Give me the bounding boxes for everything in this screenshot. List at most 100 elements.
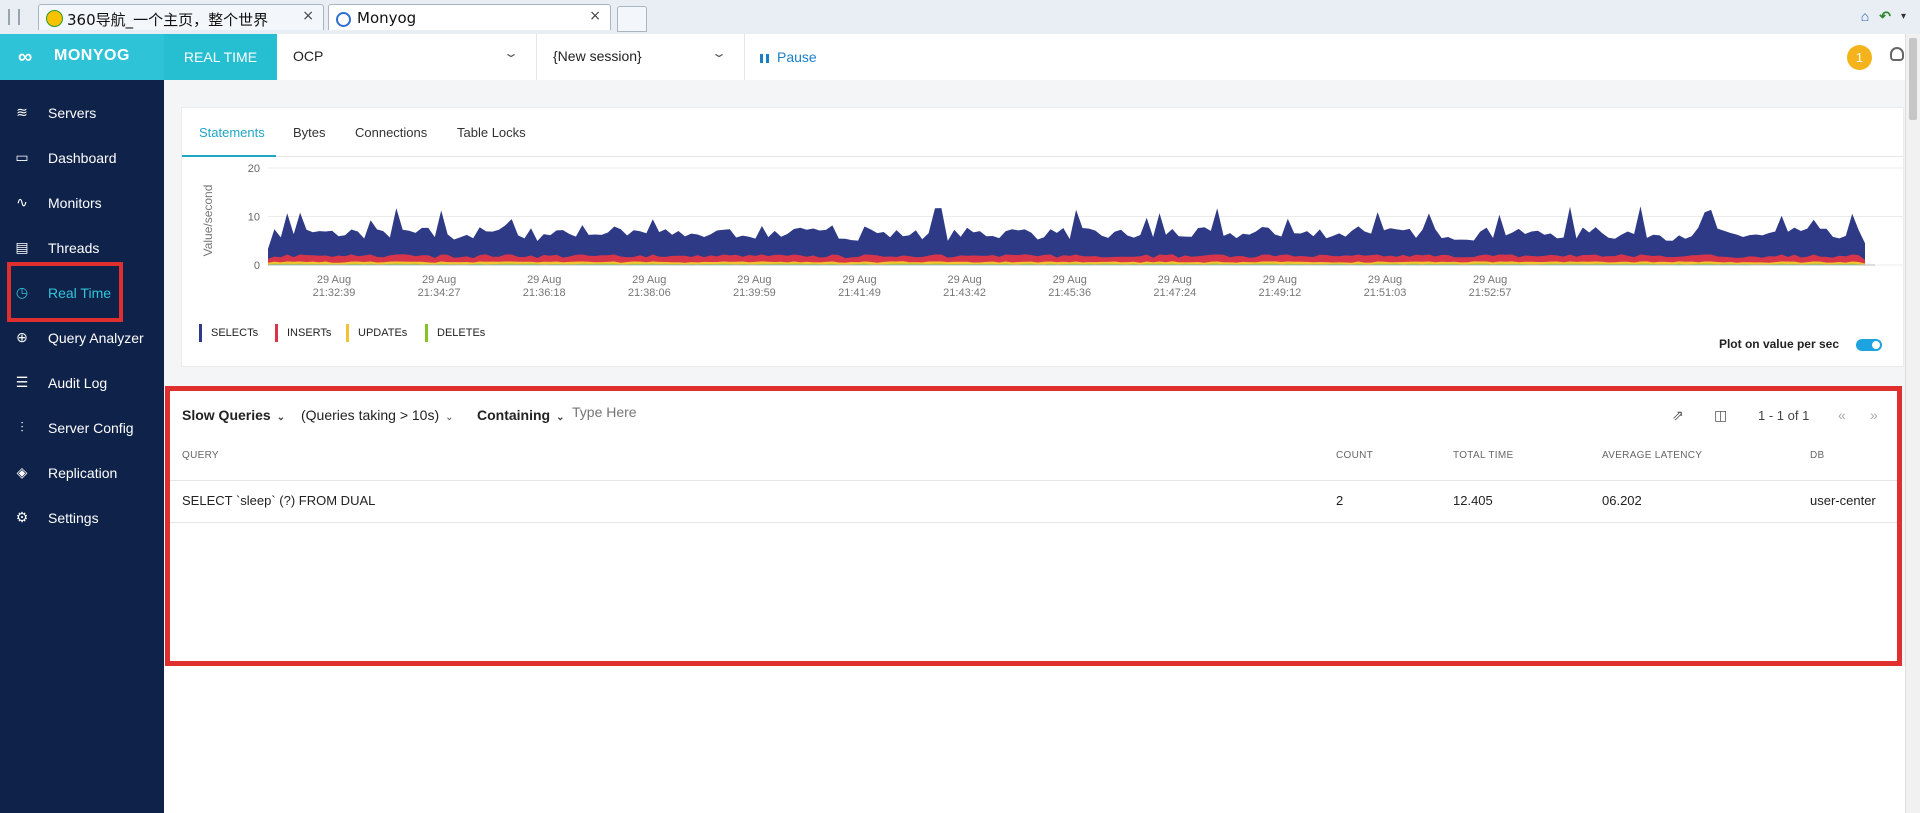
x-tick-label: 29 Aug bbox=[1368, 274, 1402, 286]
last-page-icon[interactable]: » bbox=[1870, 407, 1878, 423]
new-tab-button[interactable] bbox=[617, 6, 647, 32]
x-tick-label: 29 Aug bbox=[317, 274, 351, 286]
legend-updates[interactable]: UPDATEs bbox=[346, 324, 407, 342]
sidebar-item-dashboard[interactable]: ▭ Dashboard bbox=[0, 140, 164, 174]
queries-filter-select[interactable]: (Queries taking > 10s) ⌄ bbox=[301, 407, 454, 423]
chevron-down-icon[interactable]: ▾ bbox=[1901, 11, 1906, 25]
tab-statements[interactable]: Statements bbox=[199, 125, 265, 140]
export-icon[interactable]: ⇗ bbox=[1672, 407, 1684, 424]
x-tick-label: 21:45:36 bbox=[1048, 287, 1091, 299]
x-tick-label: 21:51:03 bbox=[1364, 287, 1407, 299]
highlight-box-real-time bbox=[7, 262, 123, 322]
gear-icon: ⚙ bbox=[15, 509, 29, 525]
logo-text: MONYOG bbox=[54, 47, 130, 64]
home-icon[interactable]: ⌂ bbox=[1861, 8, 1869, 25]
chevron-down-icon: ⌄ bbox=[276, 412, 286, 423]
cell-count: 2 bbox=[1336, 493, 1344, 508]
sidebar-item-label: Audit Log bbox=[48, 375, 108, 391]
monitor-icon: ▭ bbox=[15, 149, 29, 165]
pause-label: Pause bbox=[777, 49, 817, 65]
user-icon[interactable] bbox=[1890, 47, 1904, 61]
sidebar-item-audit-log[interactable]: ☰ Audit Log bbox=[0, 365, 164, 399]
sidebar-item-label: Settings bbox=[48, 510, 99, 526]
y-tick-label: 0 bbox=[254, 260, 260, 272]
sidebar-item-monitors[interactable]: ∿ Monitors bbox=[0, 185, 164, 219]
sidebar-item-settings[interactable]: ⚙ Settings bbox=[0, 500, 164, 534]
sidebar-item-replication[interactable]: ◈ Replication bbox=[0, 455, 164, 489]
browser-tab-monyog[interactable]: Monyog × bbox=[328, 4, 611, 30]
plot-toggle-label: Plot on value per sec bbox=[1718, 337, 1839, 351]
column-header-count[interactable]: COUNT bbox=[1336, 450, 1373, 461]
page-title: REAL TIME bbox=[164, 34, 277, 80]
tab-table-locks[interactable]: Table Locks bbox=[457, 125, 526, 140]
back-icon[interactable]: ↶ bbox=[1879, 8, 1891, 25]
realtime-chart-card: Statements Bytes Connections Table Locks… bbox=[181, 107, 1904, 367]
sidebar-item-query-analyzer[interactable]: ⊕ Query Analyzer bbox=[0, 320, 164, 354]
close-tab-icon[interactable]: × bbox=[302, 8, 314, 24]
sidebar-item-label: Monitors bbox=[48, 195, 102, 211]
zoom-icon: ⊕ bbox=[16, 329, 28, 345]
database-icon: ≋ bbox=[16, 104, 28, 120]
sidebar-item-servers[interactable]: ≋ Servers bbox=[0, 95, 164, 129]
x-tick-label: 21:32:39 bbox=[313, 287, 356, 299]
slow-queries-panel: Slow Queries ⌄ (Queries taking > 10s) ⌄ Co… bbox=[165, 386, 1902, 666]
search-input[interactable] bbox=[570, 403, 774, 421]
y-axis-label: Value/second bbox=[201, 185, 215, 257]
server-select[interactable]: OCP ⌄ bbox=[277, 34, 537, 80]
x-tick-label: 29 Aug bbox=[1263, 274, 1297, 286]
notification-badge[interactable]: 1 bbox=[1847, 45, 1872, 70]
column-header-total-time[interactable]: TOTAL TIME bbox=[1453, 450, 1513, 461]
pulse-icon: ∿ bbox=[16, 194, 28, 210]
x-tick-label: 21:34:27 bbox=[418, 287, 461, 299]
statements-chart: 20100Value/second29 Aug21:32:3929 Aug21:… bbox=[201, 163, 1903, 299]
cell-db: user-center bbox=[1810, 493, 1876, 508]
column-header-db[interactable]: DB bbox=[1810, 450, 1825, 461]
plot-value-toggle[interactable] bbox=[1856, 339, 1882, 351]
tab-bytes[interactable]: Bytes bbox=[293, 125, 326, 140]
close-tab-icon[interactable]: × bbox=[589, 8, 601, 24]
sidebar-item-label: Replication bbox=[48, 465, 118, 481]
server-select-value: OCP bbox=[293, 48, 324, 64]
x-tick-label: 21:36:18 bbox=[523, 287, 566, 299]
first-page-icon[interactable]: « bbox=[1838, 407, 1846, 423]
main-content-blank-area bbox=[164, 666, 1905, 813]
chevron-down-icon: ⌄ bbox=[556, 412, 565, 423]
360-favicon-icon bbox=[46, 10, 63, 27]
browser-tab-360[interactable]: 360导航_一个主页，整个世界 × bbox=[38, 4, 324, 30]
x-tick-label: 29 Aug bbox=[842, 274, 876, 286]
legend-deletes[interactable]: DELETEs bbox=[425, 324, 485, 342]
queries-filter-value: (Queries taking > 10s) bbox=[301, 407, 440, 423]
monyog-logo[interactable]: ∞ MONYOG bbox=[0, 34, 164, 80]
x-tick-label: 21:43:42 bbox=[943, 287, 986, 299]
pause-button[interactable]: Pause bbox=[760, 49, 817, 65]
match-mode-select[interactable]: Containing ⌄ bbox=[477, 407, 565, 423]
chevron-down-icon: ⌄ bbox=[710, 46, 728, 60]
column-header-average-latency[interactable]: AVERAGE LATENCY bbox=[1602, 450, 1702, 461]
sidebar-item-label: Servers bbox=[48, 105, 97, 121]
scrollbar-thumb[interactable] bbox=[1909, 38, 1917, 120]
legend-selects[interactable]: SELECTs bbox=[199, 324, 258, 342]
columns-icon[interactable]: ◫ bbox=[1714, 407, 1727, 424]
x-tick-label: 21:41:49 bbox=[838, 287, 881, 299]
x-tick-label: 29 Aug bbox=[1158, 274, 1192, 286]
monyog-favicon-icon bbox=[336, 12, 351, 27]
y-tick-label: 10 bbox=[248, 212, 260, 224]
browser-tab-title: 360导航_一个主页，整个世界 bbox=[67, 11, 269, 29]
sidebar-item-threads[interactable]: ▤ Threads bbox=[0, 230, 164, 264]
slow-queries-title: Slow Queries bbox=[182, 407, 271, 423]
app-header: ∞ MONYOG REAL TIME OCP ⌄ {New session} ⌄… bbox=[0, 34, 1920, 81]
sidebar-item-label: Dashboard bbox=[48, 150, 117, 166]
table-row-divider bbox=[170, 522, 1897, 523]
list-icon: ☰ bbox=[15, 374, 29, 390]
sidebar-item-label: Query Analyzer bbox=[48, 330, 144, 346]
x-tick-label: 29 Aug bbox=[632, 274, 666, 286]
session-select[interactable]: {New session} ⌄ bbox=[537, 34, 745, 80]
tab-menu-grip-icon[interactable] bbox=[8, 9, 20, 25]
tab-connections[interactable]: Connections bbox=[355, 125, 427, 140]
page-scrollbar[interactable] bbox=[1905, 34, 1920, 813]
legend-inserts[interactable]: INSERTs bbox=[275, 324, 331, 342]
browser-tab-bar: 360导航_一个主页，整个世界 × Monyog × ⌂ ↶ ▾ bbox=[0, 0, 1920, 35]
column-header-query[interactable]: QUERY bbox=[182, 450, 219, 461]
sidebar-item-server-config[interactable]: ⫶ Server Config bbox=[0, 410, 164, 444]
slow-queries-select[interactable]: Slow Queries ⌄ bbox=[182, 407, 285, 423]
